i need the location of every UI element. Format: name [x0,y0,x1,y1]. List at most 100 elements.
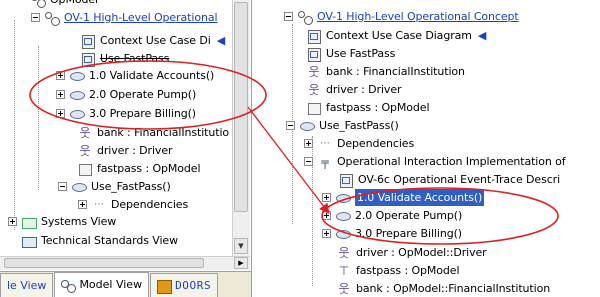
tree-item-use-fastpass-op[interactable]: Use_FastPass() [286,117,399,134]
tree-item-validate-accounts[interactable]: 1.0 Validate Accounts() [56,67,214,84]
tree-item-operate-pump[interactable]: 2.0 Operate Pump() [56,86,196,103]
tree-item-bank[interactable]: 웃 bank : FinancialInstitution [306,63,465,80]
scroll-down-button[interactable]: ▼ [234,238,248,254]
tree-item-label: bank : FinancialInstitution [326,65,465,78]
tree-item-ov6c[interactable]: OV-6c Operational Event-Trace Descri [338,171,560,188]
expand-toggle[interactable] [56,90,65,99]
tree-item-dependencies[interactable]: ⋯ Dependencies [304,135,414,152]
tree-item-label: OV-6c Operational Event-Trace Descri [358,173,561,186]
tree-item-validate-accounts[interactable]: 1.0 Validate Accounts() [322,189,485,206]
tree-item-driver[interactable]: 웃 driver : Driver [306,81,401,98]
diagram-icon [306,29,322,44]
tree-item-context-diagram[interactable]: Context Use Case Di ◀ [80,32,225,49]
tree-item-label: bank : FinancialInstitutio [97,126,230,139]
tree-item-label: Technical Standards View [41,234,178,247]
vertical-scrollbar-thumb[interactable] [234,2,248,212]
tree-item-label: Dependencies [111,198,189,211]
tree-item-label: 1.0 Validate Accounts() [89,69,215,82]
tree-item-label: OpModel [50,0,98,8]
tree-root-ov1[interactable]: OV-1 High-Level Operational [31,9,218,26]
tree-item-fastpass[interactable]: fastpass : OpModel [306,99,430,116]
tree-item-operate-pump[interactable]: 2.0 Operate Pump() [322,207,462,224]
horizontal-scrollbar-thumb[interactable] [4,258,204,268]
tree-item-label: Context Use Case Diagram [326,29,472,42]
tab-label: Model View [79,278,143,291]
tree-item-label: 2.0 Operate Pump() [355,209,463,222]
collapse-toggle[interactable] [31,13,40,22]
expand-toggle[interactable] [322,229,331,238]
diagram-icon [338,173,354,188]
collapse-toggle[interactable] [58,182,67,191]
tree-item-prepare-billing[interactable]: 3.0 Prepare Billing() [56,105,196,122]
expand-toggle[interactable] [56,109,65,118]
model-icon [30,0,46,8]
use-case-icon [69,107,85,121]
tree-item-label: driver : Driver [326,83,402,96]
tree-item-fastpass[interactable]: fastpass : OpModel [77,160,201,177]
tree-item-label: driver : OpModel::Driver [356,246,487,259]
tree-item-opmodel[interactable]: OpModel [30,0,98,8]
tree-item-use-fastpass[interactable]: Use FastPass [80,50,169,67]
actor-icon: 웃 [79,143,91,158]
tree-item-use-fastpass[interactable]: Use FastPass [306,45,395,62]
tree-item-label: 2.0 Operate Pump() [89,88,197,101]
tree-root-label[interactable]: OV-1 High-Level Operational Concept [317,8,519,25]
model-icon [44,11,60,26]
diagram-icon [306,47,322,62]
actor-icon: 웃 [79,125,91,140]
tab-doors[interactable]: DOORS [150,273,219,297]
collapse-toggle[interactable] [304,157,313,166]
use-case-icon [335,191,351,205]
tree-item-use-fastpass-op[interactable]: Use_FastPass() [58,178,171,195]
use-case-icon [335,227,351,241]
panel-gap [252,0,272,297]
tree-item-driver-lifeline[interactable]: 웃 driver : OpModel::Driver [336,244,487,261]
tree-item-systems-view[interactable]: Systems View [8,213,116,230]
tab-label: le View [7,278,47,292]
collapse-toggle[interactable] [284,12,293,21]
tree-item-prepare-billing[interactable]: 3.0 Prepare Billing() [322,225,462,242]
tab-model-view[interactable]: Model View [54,272,150,297]
actor-icon: 웃 [338,281,350,296]
expand-toggle[interactable] [56,71,65,80]
collapse-toggle[interactable] [286,121,295,130]
model-browser-right-panel: OV-1 High-Level Operational Concept Cont… [272,0,600,297]
expand-toggle[interactable] [8,217,17,226]
doors-icon [157,279,173,294]
expand-toggle[interactable] [322,211,331,220]
tree-item-fastpass-lifeline[interactable]: ⊤ fastpass : OpModel [336,262,460,279]
tree-item-label: Operational Interaction Implementation o… [337,155,566,168]
tree-item-driver[interactable]: 웃 driver : Driver [77,142,172,159]
tab-file-view[interactable]: le View [0,273,54,297]
model-browser-left-panel: OpModel OV-1 High-Level Operational Cont… [0,0,252,297]
actor-icon: 웃 [308,82,320,97]
expand-toggle[interactable] [322,193,331,202]
tree-item-bank-lifeline[interactable]: 웃 bank : OpModel::FinancialInstitution [336,280,550,297]
tree-root-ov1[interactable]: OV-1 High-Level Operational Concept [284,8,519,25]
tree-root-label[interactable]: OV-1 High-Level Operational [64,9,218,26]
tree-item-label: bank : OpModel::FinancialInstitution [356,282,551,295]
expand-toggle[interactable] [304,139,313,148]
tree-item-label: Use_FastPass() [319,119,399,132]
tree-item-dependencies[interactable]: ⋯ Dependencies [78,196,188,213]
use-case-icon [69,88,85,102]
dependencies-icon: ⋯ [94,198,104,210]
tree-item-label: Context Use Case Di [100,34,211,47]
model-view-icon [61,279,77,293]
pointer-arrow-icon: ◀ [216,34,226,47]
tree-item-interaction-impl[interactable]: ╤ Operational Interaction Implementation… [304,153,566,170]
tree-item-label: 3.0 Prepare Billing() [355,227,462,240]
tree-item-label: 3.0 Prepare Billing() [89,107,196,120]
tree-item-technical-standards[interactable]: Technical Standards View [8,232,178,249]
diagram-icon [80,52,96,67]
tree-item-label: fastpass : OpModel [326,101,430,114]
tree-item-label: Use_FastPass() [91,180,171,193]
tree-item-bank[interactable]: 웃 bank : FinancialInstitutio [77,124,229,141]
model-icon [297,10,313,25]
use-case-icon [299,119,315,133]
expand-toggle[interactable] [78,200,87,209]
scroll-right-button[interactable]: ▶ [234,257,248,269]
view-folder-icon [21,234,37,248]
pointer-arrow-icon: ◀ [477,29,487,42]
tree-item-context-diagram[interactable]: Context Use Case Diagram ◀ [306,27,486,44]
